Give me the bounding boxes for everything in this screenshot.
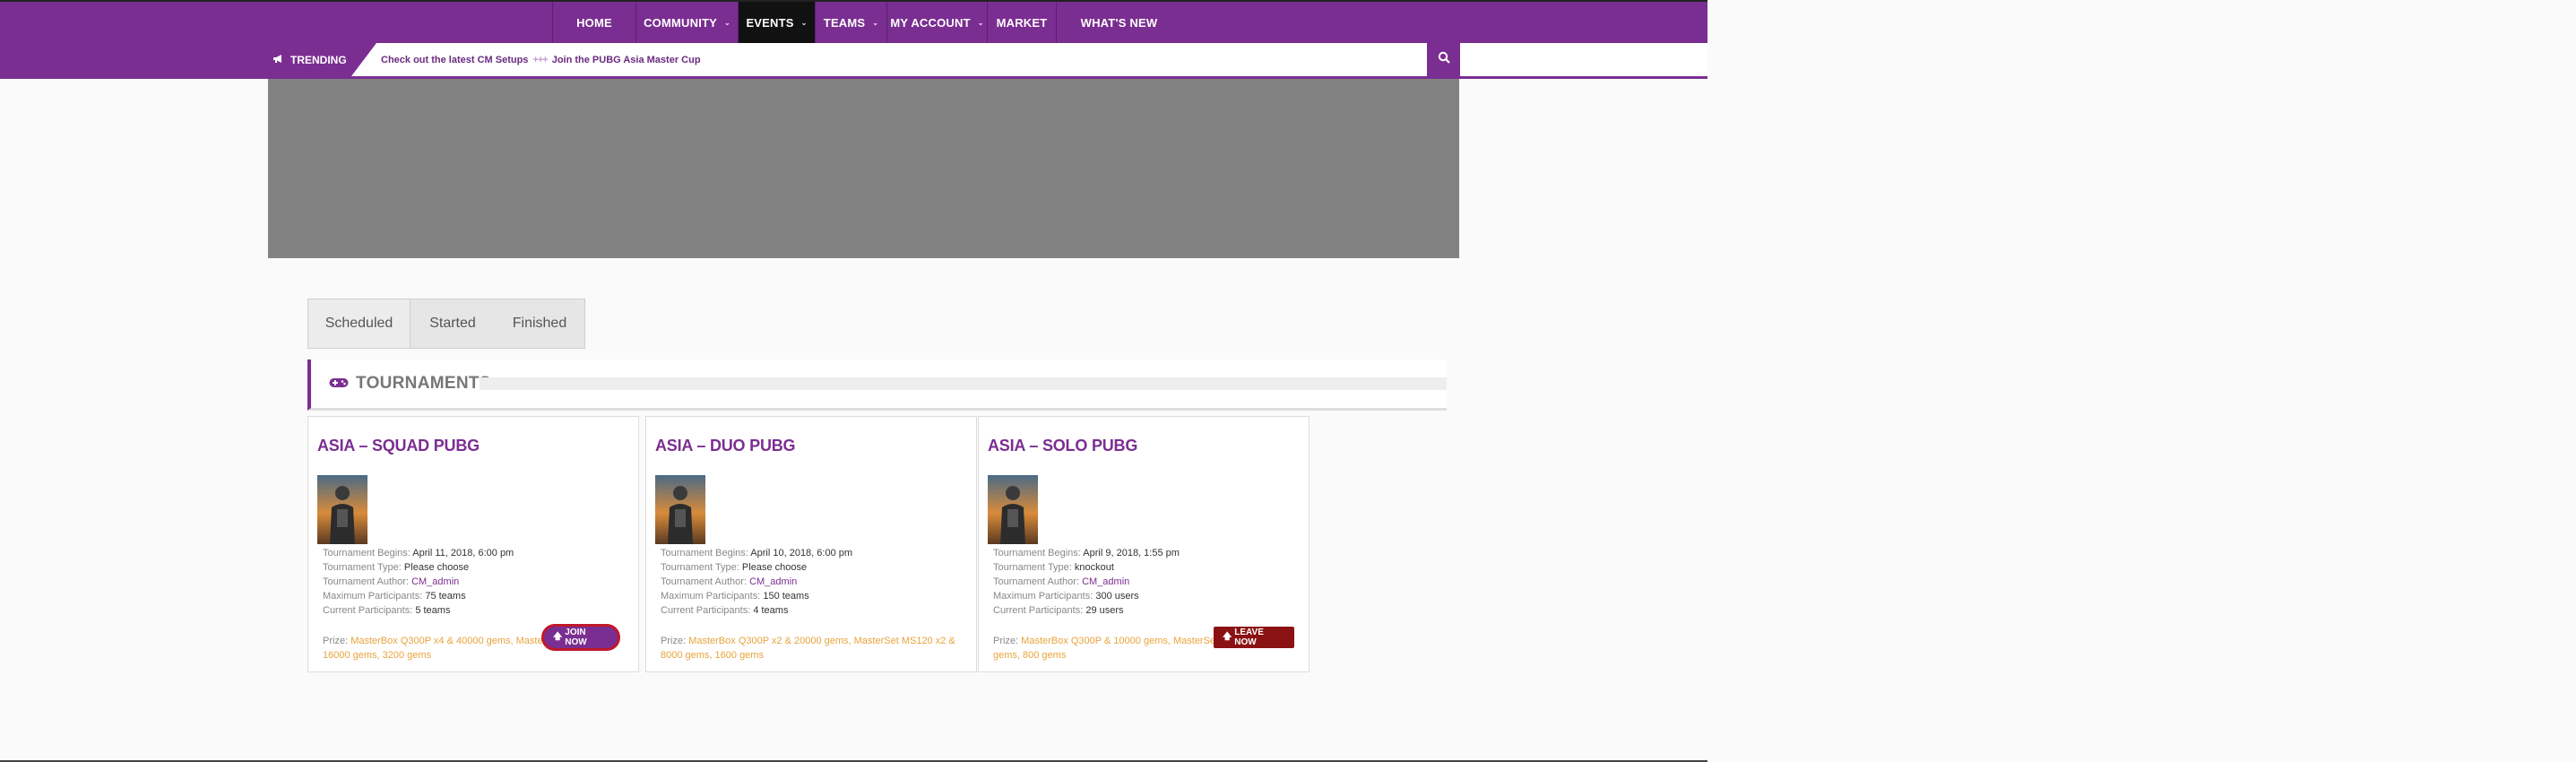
trending-label-text: TRENDING	[290, 53, 347, 66]
nav-my-account[interactable]: MY ACCOUNT ⌄	[886, 2, 987, 43]
nav-events[interactable]: EVENTS ⌄	[738, 2, 815, 43]
tab-scheduled[interactable]: Scheduled	[308, 299, 411, 348]
nav-whats-new-label: WHAT'S NEW	[1080, 15, 1158, 30]
max-label: Maximum Participants:	[993, 591, 1094, 602]
author-link[interactable]: CM_admin	[749, 576, 797, 587]
current-value: 5 teams	[415, 605, 451, 616]
tournament-details: Tournament Begins: April 10, 2018, 6:00 …	[661, 546, 852, 618]
leave-now-button[interactable]: 🡅 LEAVE NOW	[1214, 627, 1294, 648]
author-label: Tournament Author:	[323, 576, 410, 587]
max-value: 75 teams	[425, 591, 466, 602]
main-nav: HOME COMMUNITY ⌄ EVENTS ⌄ TEAMS ⌄ MY ACC…	[552, 2, 1181, 43]
tournament-card: ASIA – DUO PUBG Tournament Begins: April…	[645, 416, 977, 672]
max-label: Maximum Participants:	[323, 591, 423, 602]
nav-market-label: MARKET	[996, 15, 1048, 30]
begins-value: April 10, 2018, 6:00 pm	[750, 548, 853, 559]
nav-whats-new[interactable]: WHAT'S NEW	[1056, 2, 1181, 43]
prize-info: Prize: MasterBox Q300P x2 & 20000 gems, …	[661, 634, 970, 662]
chevron-down-icon: ⌄	[800, 18, 808, 27]
search-icon	[1438, 51, 1450, 68]
trending-label: TRENDING	[272, 43, 347, 76]
nav-community[interactable]: COMMUNITY ⌄	[635, 2, 738, 43]
arrow-up-icon: 🡅	[1223, 631, 1232, 642]
section-title-text: TOURNAMENTS	[356, 374, 491, 393]
nav-market[interactable]: MARKET	[987, 2, 1056, 43]
arrow-up-icon: 🡅	[553, 631, 563, 642]
nav-home[interactable]: HOME	[552, 2, 635, 43]
section-title: TOURNAMENTS	[329, 359, 491, 408]
author-link[interactable]: CM_admin	[411, 576, 459, 587]
tournament-thumbnail[interactable]	[317, 475, 367, 544]
tournament-thumbnail[interactable]	[988, 475, 1038, 544]
trending-ticker: Check out the latest CM Setups +++ Join …	[381, 43, 701, 76]
nav-community-label: COMMUNITY	[644, 15, 718, 30]
top-navbar: HOME COMMUNITY ⌄ EVENTS ⌄ TEAMS ⌄ MY ACC…	[0, 0, 1707, 43]
trending-item[interactable]: Check out the latest CM Setups	[381, 55, 528, 65]
begins-label: Tournament Begins:	[661, 548, 748, 559]
begins-label: Tournament Begins:	[323, 548, 411, 559]
tournament-details: Tournament Begins: April 9, 2018, 1:55 p…	[993, 546, 1180, 618]
author-label: Tournament Author:	[993, 576, 1080, 587]
chevron-down-icon: ⌄	[977, 18, 984, 27]
join-now-button[interactable]: 🡅 JOIN NOW	[544, 627, 618, 648]
begins-label: Tournament Begins:	[993, 548, 1081, 559]
tab-started[interactable]: Started	[411, 299, 495, 348]
prize-label: Prize:	[661, 636, 687, 646]
leave-now-label: LEAVE NOW	[1234, 628, 1264, 647]
tab-started-label: Started	[429, 316, 476, 331]
tab-finished-label: Finished	[512, 316, 567, 331]
begins-value: April 9, 2018, 1:55 pm	[1083, 548, 1180, 559]
tournaments-section-header: TOURNAMENTS	[307, 359, 1447, 411]
chevron-down-icon: ⌄	[872, 18, 879, 27]
max-value: 300 users	[1095, 591, 1139, 602]
type-value: knockout	[1074, 562, 1114, 573]
tournament-tabs: Scheduled Started Finished	[307, 299, 585, 349]
trending-item[interactable]: Join the PUBG Asia Master Cup	[552, 55, 701, 65]
tournament-card: ASIA – SQUAD PUBG Tournament Begins: Apr…	[307, 416, 639, 672]
current-value: 4 teams	[753, 605, 789, 616]
prize-label: Prize:	[323, 636, 349, 646]
author-link[interactable]: CM_admin	[1082, 576, 1129, 587]
current-value: 29 users	[1085, 605, 1124, 616]
trending-bar: TRENDING Check out the latest CM Setups …	[0, 43, 1707, 79]
section-divider	[480, 377, 1447, 390]
tournament-title[interactable]: ASIA – SQUAD PUBG	[317, 437, 480, 455]
max-label: Maximum Participants:	[661, 591, 761, 602]
tournament-card: ASIA – SOLO PUBG Tournament Begins: Apri…	[978, 416, 1310, 672]
type-label: Tournament Type:	[993, 562, 1072, 573]
gamepad-icon	[329, 374, 349, 394]
tab-finished[interactable]: Finished	[495, 299, 584, 348]
event-banner	[268, 79, 1459, 258]
nav-teams-label: TEAMS	[823, 15, 866, 30]
max-value: 150 teams	[763, 591, 809, 602]
chevron-down-icon: ⌄	[724, 18, 730, 27]
type-value: Please choose	[403, 562, 470, 573]
nav-home-label: HOME	[576, 15, 612, 30]
type-label: Tournament Type:	[323, 562, 402, 573]
current-label: Current Participants:	[323, 605, 413, 616]
begins-value: April 11, 2018, 6:00 pm	[412, 548, 514, 559]
current-label: Current Participants:	[661, 605, 751, 616]
type-value: Please choose	[741, 562, 808, 573]
tournament-thumbnail[interactable]	[655, 475, 705, 544]
tab-scheduled-label: Scheduled	[324, 316, 393, 331]
nav-events-label: EVENTS	[746, 15, 794, 30]
nav-teams[interactable]: TEAMS ⌄	[815, 2, 886, 43]
tournament-title[interactable]: ASIA – SOLO PUBG	[988, 437, 1137, 455]
join-now-label: JOIN NOW	[565, 628, 587, 647]
prize-value: MasterBox Q300P x2 & 20000 gems, MasterS…	[661, 636, 955, 661]
type-label: Tournament Type:	[661, 562, 739, 573]
megaphone-icon	[272, 54, 284, 66]
prize-label: Prize:	[993, 636, 1019, 646]
tournament-details: Tournament Begins: April 11, 2018, 6:00 …	[323, 546, 514, 618]
tournament-title[interactable]: ASIA – DUO PUBG	[655, 437, 796, 455]
trending-separator: +++	[532, 54, 548, 65]
nav-my-account-label: MY ACCOUNT	[890, 15, 971, 30]
author-label: Tournament Author:	[661, 576, 748, 587]
current-label: Current Participants:	[993, 605, 1084, 616]
search-button[interactable]	[1427, 43, 1460, 76]
